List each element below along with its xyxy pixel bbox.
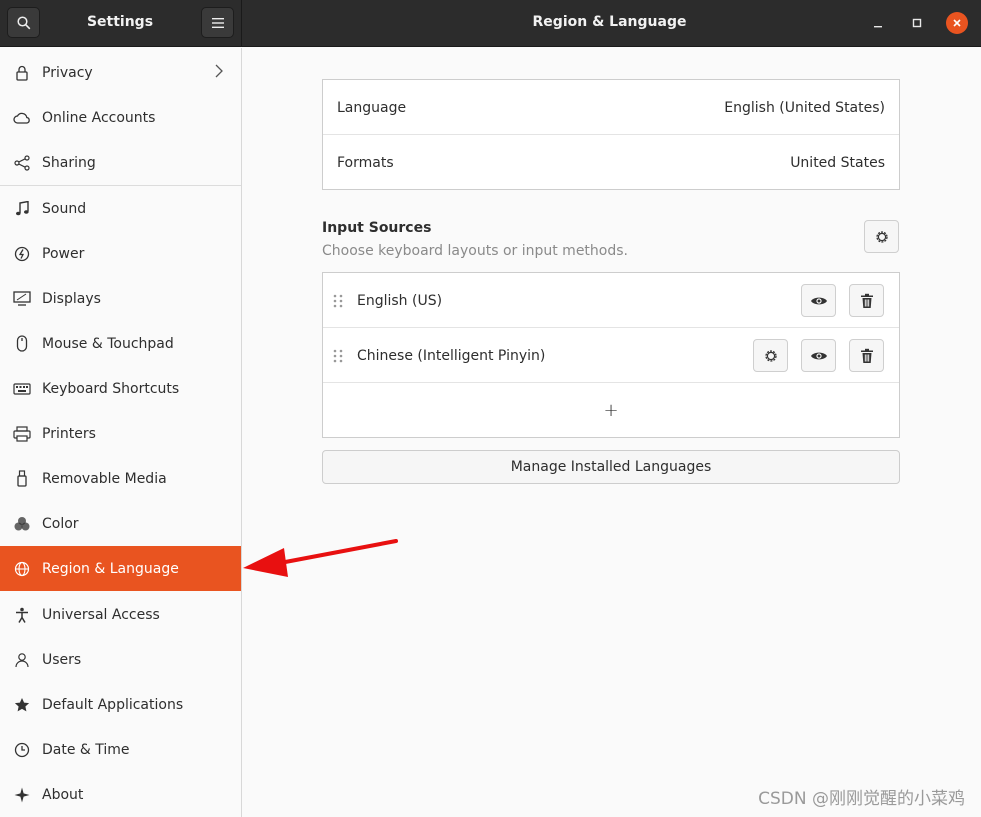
gear-icon: [764, 349, 777, 362]
search-icon: [16, 15, 30, 29]
sidebar-item-privacy[interactable]: Privacy: [0, 50, 241, 95]
input-source-row[interactable]: Chinese (Intelligent Pinyin): [323, 328, 899, 383]
sidebar-item-label: Displays: [42, 290, 101, 307]
lock-icon: [13, 64, 31, 82]
sidebar-item-keyboard-shortcuts[interactable]: Keyboard Shortcuts: [0, 366, 241, 411]
sidebar-item-printers[interactable]: Printers: [0, 411, 241, 456]
header-bar: Settings Region & Language: [0, 0, 981, 47]
language-formats-panel: Language English (United States) Formats…: [322, 79, 900, 190]
printer-icon: [13, 425, 31, 443]
sidebar-item-power[interactable]: Power: [0, 231, 241, 276]
drag-handle-icon[interactable]: [332, 348, 344, 364]
sidebar-item-label: Keyboard Shortcuts: [42, 380, 180, 397]
minimize-button[interactable]: [867, 12, 889, 34]
sidebar: Privacy Online Accounts Sharing Sound Po…: [0, 48, 242, 817]
minimize-icon: [874, 26, 882, 28]
sparkle-icon: [13, 786, 31, 804]
trash-icon: [860, 293, 873, 308]
hamburger-icon: [211, 17, 224, 28]
sidebar-item-users[interactable]: Users: [0, 637, 241, 682]
sidebar-item-label: Sound: [42, 200, 87, 217]
sidebar-item-region-language[interactable]: Region & Language: [0, 546, 241, 591]
star-icon: [13, 696, 31, 714]
manage-installed-languages-button[interactable]: Manage Installed Languages: [322, 450, 900, 484]
cloud-icon: [13, 109, 31, 127]
sidebar-item-date-time[interactable]: Date & Time: [0, 727, 241, 772]
sidebar-item-displays[interactable]: Displays: [0, 276, 241, 321]
chevron-right-icon: [215, 64, 223, 82]
search-button[interactable]: [7, 7, 40, 38]
eye-icon: [810, 352, 827, 359]
globe-icon: [13, 560, 31, 578]
keyboard-icon: [13, 380, 31, 398]
language-value: English (United States): [724, 99, 885, 116]
sidebar-item-label: Color: [42, 515, 79, 532]
input-sources-options-button[interactable]: [864, 220, 899, 253]
clock-icon: [13, 741, 31, 759]
power-icon: [13, 245, 31, 263]
close-icon: [953, 19, 961, 27]
formats-value: United States: [790, 154, 885, 171]
sidebar-item-label: Region & Language: [42, 560, 179, 577]
sidebar-item-label: Privacy: [42, 64, 93, 81]
input-source-name: Chinese (Intelligent Pinyin): [357, 347, 546, 364]
show-layout-button[interactable]: [801, 284, 836, 317]
show-layout-button[interactable]: [801, 339, 836, 372]
formats-label: Formats: [337, 154, 394, 171]
sidebar-item-label: Universal Access: [42, 606, 160, 623]
close-button[interactable]: [946, 12, 968, 34]
remove-source-button[interactable]: [849, 339, 884, 372]
language-label: Language: [337, 99, 407, 116]
source-settings-button[interactable]: [753, 339, 788, 372]
gear-icon: [875, 230, 888, 243]
mouse-icon: [13, 335, 31, 353]
share-icon: [13, 154, 31, 172]
sidebar-item-universal-access[interactable]: Universal Access: [0, 592, 241, 637]
watermark: CSDN @刚刚觉醒的小菜鸡: [758, 789, 965, 809]
sidebar-item-label: About: [42, 786, 84, 803]
app-title: Settings: [86, 14, 154, 30]
sidebar-item-label: Default Applications: [42, 696, 184, 713]
sidebar-item-label: Date & Time: [42, 741, 130, 758]
sidebar-item-label: Online Accounts: [42, 109, 156, 126]
language-row[interactable]: Language English (United States): [323, 80, 899, 135]
maximize-icon: [912, 18, 922, 28]
maximize-button[interactable]: [906, 12, 928, 34]
sidebar-item-sound[interactable]: Sound: [0, 186, 241, 231]
sidebar-item-online-accounts[interactable]: Online Accounts: [0, 95, 241, 140]
sidebar-header: Settings: [0, 0, 242, 47]
sidebar-item-about[interactable]: About: [0, 772, 241, 817]
drag-handle-icon[interactable]: [332, 293, 344, 309]
color-icon: [13, 515, 31, 533]
menu-button[interactable]: [201, 7, 234, 38]
input-sources-subtitle: Choose keyboard layouts or input methods…: [322, 243, 628, 259]
annotation-arrow: [243, 539, 398, 577]
sidebar-item-sharing[interactable]: Sharing: [0, 140, 241, 185]
input-sources-title: Input Sources: [322, 220, 432, 236]
users-icon: [13, 651, 31, 669]
display-icon: [13, 290, 31, 308]
sidebar-item-mouse-touchpad[interactable]: Mouse & Touchpad: [0, 321, 241, 366]
sidebar-item-label: Removable Media: [42, 470, 167, 487]
remove-source-button[interactable]: [849, 284, 884, 317]
sidebar-item-removable-media[interactable]: Removable Media: [0, 456, 241, 501]
music-note-icon: [13, 200, 31, 218]
sidebar-item-label: Printers: [42, 425, 96, 442]
sidebar-item-label: Mouse & Touchpad: [42, 335, 174, 352]
sidebar-item-label: Sharing: [42, 154, 96, 171]
add-label: +: [603, 400, 619, 421]
sidebar-item-color[interactable]: Color: [0, 501, 241, 546]
input-sources-list: English (US) Chinese (Intelligent Pinyin…: [322, 272, 900, 438]
sidebar-item-default-applications[interactable]: Default Applications: [0, 682, 241, 727]
sidebar-item-label: Power: [42, 245, 85, 262]
input-source-name: English (US): [357, 292, 443, 309]
input-source-row[interactable]: English (US): [323, 273, 899, 328]
sidebar-item-label: Users: [42, 651, 82, 668]
formats-row[interactable]: Formats United States: [323, 135, 899, 190]
add-input-source-button[interactable]: +: [323, 383, 899, 438]
trash-icon: [860, 348, 873, 363]
accessibility-icon: [13, 606, 31, 624]
eye-icon: [810, 297, 827, 304]
usb-drive-icon: [13, 470, 31, 488]
